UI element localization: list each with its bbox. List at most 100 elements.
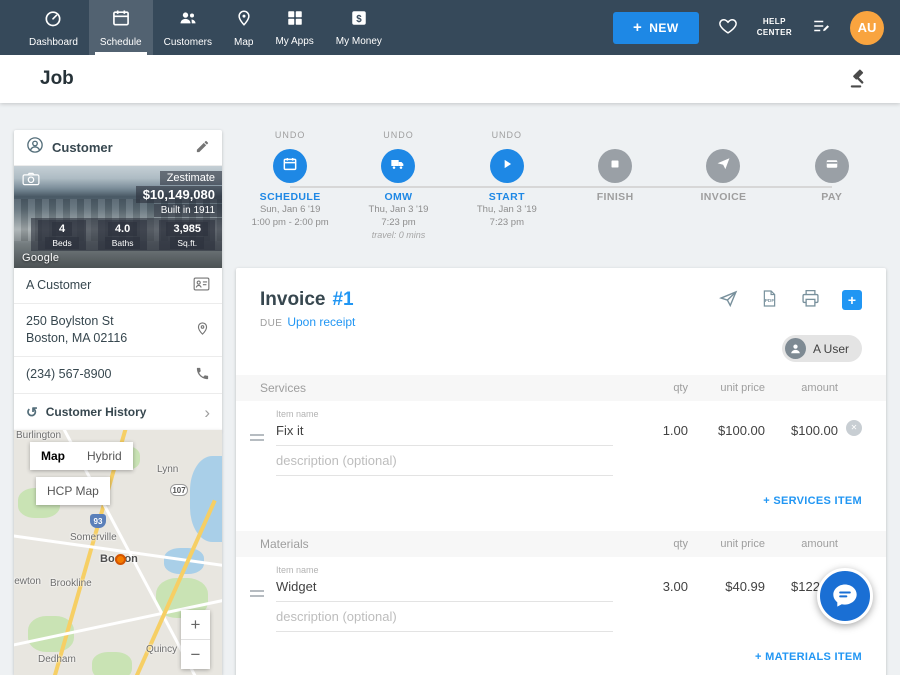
drag-handle-icon[interactable] [250, 431, 264, 444]
map-card[interactable]: Burlington Lynn 107 93 Somerville Boston… [14, 430, 222, 675]
page-title: Job [40, 68, 74, 90]
material-unit-price[interactable]: $40.99 [688, 579, 765, 602]
customer-address-row: 250 Boylston St Boston, MA 02116 [14, 304, 222, 357]
amount-column-header: amount [765, 382, 838, 394]
new-button[interactable]: + NEW [613, 12, 699, 44]
material-description-input[interactable] [276, 606, 613, 632]
step-label: INVOICE [700, 191, 746, 203]
money-icon: $ [350, 9, 368, 32]
nav-customers[interactable]: Customers [153, 0, 223, 55]
contact-card-icon[interactable] [193, 277, 210, 294]
customer-card-title: Customer [52, 140, 113, 155]
add-service-item-link[interactable]: + SERVICES ITEM [763, 495, 862, 507]
finish-step-button[interactable] [598, 149, 632, 183]
service-description-input[interactable] [276, 450, 613, 476]
undo-schedule-link[interactable]: UNDO [275, 130, 306, 144]
print-button[interactable] [800, 288, 821, 312]
address-line2: Boston, MA 02116 [26, 330, 127, 347]
map-label-newton: Newton [14, 576, 41, 587]
zestimate-overlay: Zestimate $10,149,080 Built in 1911 4Bed… [31, 170, 222, 251]
location-pin-icon[interactable] [195, 320, 210, 340]
history-icon: ↺ [26, 404, 38, 421]
property-stats: 4Beds 4.0Baths 3,985Sq.ft. [31, 218, 222, 251]
new-button-label: NEW [649, 21, 679, 35]
step-label: SCHEDULE [260, 191, 321, 203]
customer-history-link[interactable]: ↺ Customer History › [14, 394, 222, 431]
job-tools-button[interactable] [848, 67, 870, 92]
step-time: 7:23 pm [490, 216, 524, 229]
map-type-map-button[interactable]: Map [30, 442, 76, 470]
qty-column-header: qty [613, 382, 688, 394]
edit-customer-button[interactable] [195, 139, 210, 157]
assignee-avatar [785, 338, 806, 359]
phone-icon[interactable] [195, 366, 210, 384]
add-invoice-button[interactable]: + [842, 290, 862, 310]
property-photo[interactable]: Zestimate $10,149,080 Built in 1911 4Bed… [14, 166, 222, 268]
job-location-marker[interactable] [115, 554, 126, 565]
due-value-link[interactable]: Upon receipt [287, 315, 355, 329]
invoice-title: Invoice [260, 289, 325, 311]
pdf-button[interactable]: PDF [760, 288, 779, 312]
undo-start-link[interactable]: UNDO [492, 130, 523, 144]
invoice-header: Invoice #1 PDF + DUE Upon rece [236, 268, 886, 362]
baths-value: 4.0 [108, 222, 137, 236]
service-qty[interactable]: 1.00 [613, 423, 688, 446]
zestimate-value: $10,149,080 [136, 186, 222, 203]
hcp-map-button[interactable]: HCP Map [36, 477, 110, 505]
delete-service-item-button[interactable]: ✕ [846, 420, 862, 436]
omw-step-button[interactable] [381, 149, 415, 183]
sqft-label: Sq.ft. [170, 237, 204, 249]
service-name-input[interactable] [276, 420, 613, 446]
stop-icon [609, 157, 621, 175]
zoom-out-button[interactable]: − [181, 640, 210, 669]
materials-header: Materials [260, 537, 613, 551]
drag-handle-icon[interactable] [250, 587, 264, 600]
nav-schedule[interactable]: Schedule [89, 0, 153, 55]
nav-dashboard[interactable]: Dashboard [18, 0, 89, 55]
material-name-cell: Item name [260, 565, 613, 602]
invoice-number[interactable]: #1 [332, 289, 353, 311]
assignee-chip[interactable]: A User [782, 335, 862, 362]
nav-label: Schedule [100, 37, 142, 48]
chat-launcher-button[interactable] [817, 568, 873, 624]
pdf-icon: PDF [760, 288, 779, 312]
nav-map[interactable]: Map [223, 0, 264, 55]
nav-label: My Money [336, 36, 382, 47]
item-name-label: Item name [276, 409, 613, 419]
start-step-button[interactable] [490, 149, 524, 183]
add-service-row: + SERVICES ITEM [236, 476, 886, 518]
invoice-actions: PDF + [718, 288, 862, 312]
unit-price-column-header: unit price [688, 382, 765, 394]
step-omw: UNDO OMW Thu, Jan 3 '19 7:23 pm travel: … [344, 130, 452, 262]
nav-my-apps[interactable]: My Apps [264, 0, 324, 55]
step-date: Thu, Jan 3 '19 [477, 203, 537, 216]
materials-header-band: Materials qty unit price amount [236, 531, 886, 557]
undo-omw-link[interactable]: UNDO [383, 130, 414, 144]
task-list-button[interactable] [810, 17, 832, 38]
material-name-input[interactable] [276, 576, 613, 602]
step-label: FINISH [597, 191, 634, 203]
svg-text:PDF: PDF [765, 298, 775, 304]
add-material-item-link[interactable]: + MATERIALS ITEM [755, 651, 862, 663]
material-qty[interactable]: 3.00 [613, 579, 688, 602]
service-item-row: Item name 1.00 $100.00 $100.00 ✕ [236, 401, 886, 446]
nav-label: Dashboard [29, 37, 78, 48]
plus-icon: + [633, 23, 642, 33]
map-type-hybrid-button[interactable]: Hybrid [76, 442, 133, 470]
nav-my-money[interactable]: $ My Money [325, 0, 393, 55]
help-center-link[interactable]: HELP CENTER [757, 17, 792, 39]
send-invoice-button[interactable] [718, 288, 739, 312]
user-avatar[interactable]: AU [850, 11, 884, 45]
referral-heart-button[interactable] [717, 16, 739, 39]
step-start: UNDO START Thu, Jan 3 '19 7:23 pm [453, 130, 561, 262]
schedule-step-button[interactable] [273, 149, 307, 183]
zoom-in-button[interactable]: + [181, 610, 210, 639]
play-icon [500, 157, 514, 176]
pay-step-button[interactable] [815, 149, 849, 183]
service-unit-price[interactable]: $100.00 [688, 423, 765, 446]
customer-name-row: A Customer [14, 268, 222, 304]
invoice-step-button[interactable] [706, 149, 740, 183]
baths-label: Baths [105, 237, 141, 249]
sqft-value: 3,985 [166, 222, 208, 236]
customer-phone: (234) 567-8900 [26, 366, 111, 383]
